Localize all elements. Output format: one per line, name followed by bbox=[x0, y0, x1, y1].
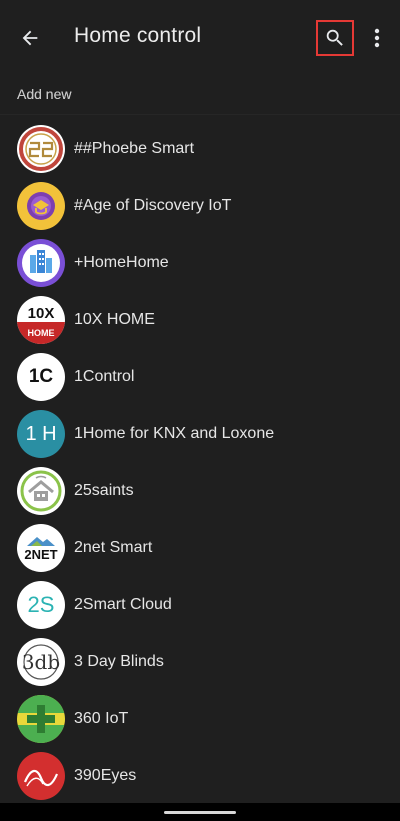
homehome-logo bbox=[17, 239, 65, 287]
list-item-label: ##Phoebe Smart bbox=[74, 140, 195, 157]
add-new-header: Add new bbox=[17, 86, 72, 102]
tenx-logo-text: 10X bbox=[27, 305, 55, 322]
onehome-logo-text: 1 H bbox=[25, 422, 57, 445]
app-bar: Home control bbox=[0, 0, 400, 74]
2net-logo-text: 2NET bbox=[24, 546, 58, 562]
list-item-2smart-cloud[interactable]: 2S 2Smart Cloud bbox=[0, 577, 400, 634]
age-of-discovery-logo bbox=[17, 182, 65, 230]
list-item-label: #Age of Discovery IoT bbox=[74, 197, 232, 214]
back-button[interactable] bbox=[16, 24, 44, 52]
2smart-logo: 2S bbox=[17, 581, 65, 629]
list-item-label: 2Smart Cloud bbox=[74, 596, 172, 613]
tenx-home-logo: 10X HOME bbox=[17, 296, 65, 344]
390eyes-logo bbox=[17, 752, 65, 800]
onecontrol-logo: 1C bbox=[17, 353, 65, 401]
phoebe-smart-logo bbox=[17, 125, 65, 173]
list-item-label: 2net Smart bbox=[74, 539, 153, 556]
list-item-phoebe-smart[interactable]: ##Phoebe Smart bbox=[0, 121, 400, 178]
onehome-logo: 1 H bbox=[17, 410, 65, 458]
arrow-back-icon bbox=[22, 30, 38, 46]
more-options-button[interactable] bbox=[366, 24, 388, 52]
tenx-logo-subtext: HOME bbox=[17, 322, 65, 344]
list-item-10x-home[interactable]: 10X HOME 10X HOME bbox=[0, 292, 400, 349]
25saints-logo bbox=[17, 467, 65, 515]
list-item-label: 3 Day Blinds bbox=[74, 653, 164, 670]
list-item-homehome[interactable]: +HomeHome bbox=[0, 235, 400, 292]
onecontrol-logo-text: 1C bbox=[28, 366, 54, 387]
list-item-label: 10X HOME bbox=[74, 311, 155, 328]
3-day-blinds-logo: 3db bbox=[17, 638, 65, 686]
2smart-logo-text: 2S bbox=[27, 592, 55, 617]
list-item-age-of-discovery-iot[interactable]: #Age of Discovery IoT bbox=[0, 178, 400, 235]
page-title: Home control bbox=[74, 24, 202, 47]
list-item-390eyes[interactable]: 390Eyes bbox=[0, 748, 400, 805]
divider bbox=[0, 114, 400, 115]
360-iot-logo bbox=[17, 695, 65, 743]
list-item-25saints[interactable]: 25saints bbox=[0, 463, 400, 520]
more-vert-icon bbox=[374, 28, 380, 48]
integration-list: ##Phoebe Smart #Age of Discovery IoT +Ho… bbox=[0, 121, 400, 805]
list-item-label: 360 IoT bbox=[74, 710, 129, 727]
list-item-label: 1Home for KNX and Loxone bbox=[74, 425, 275, 442]
list-item-2net-smart[interactable]: 2NET 2net Smart bbox=[0, 520, 400, 577]
list-item-label: 390Eyes bbox=[74, 767, 137, 784]
list-item-1home[interactable]: 1 H 1Home for KNX and Loxone bbox=[0, 406, 400, 463]
list-item-1control[interactable]: 1C 1Control bbox=[0, 349, 400, 406]
list-item-label: 1Control bbox=[74, 368, 135, 385]
list-item-label: 25saints bbox=[74, 482, 134, 499]
list-item-360-iot[interactable]: 360 IoT bbox=[0, 691, 400, 748]
search-icon bbox=[326, 29, 343, 46]
3-day-blinds-logo-text: 3db bbox=[21, 650, 61, 674]
2net-logo: 2NET bbox=[17, 524, 65, 572]
search-button[interactable] bbox=[316, 20, 354, 56]
list-item-label: +HomeHome bbox=[74, 254, 169, 271]
list-item-3-day-blinds[interactable]: 3db 3 Day Blinds bbox=[0, 634, 400, 691]
gesture-handle[interactable] bbox=[164, 811, 236, 814]
